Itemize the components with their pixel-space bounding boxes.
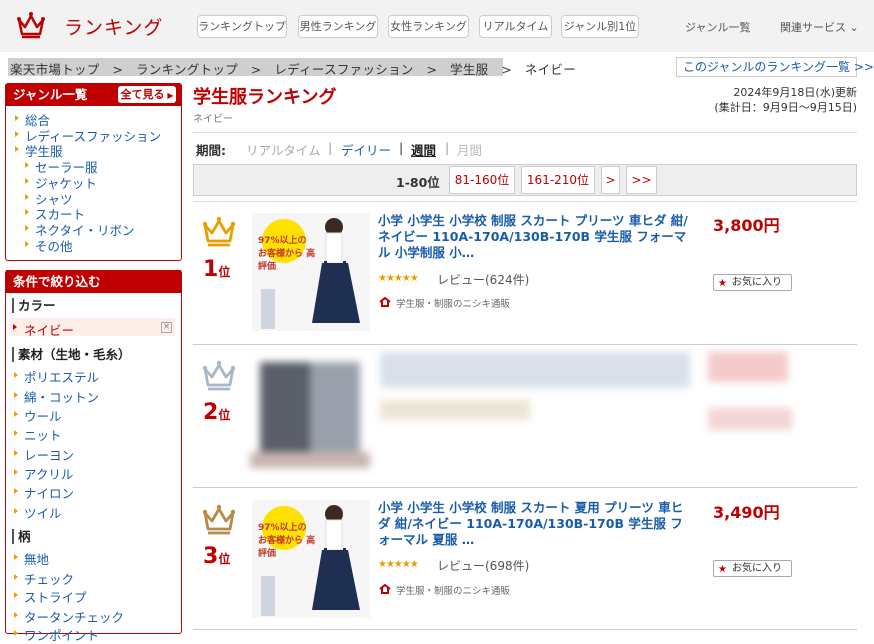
nav-realtime-button[interactable]: リアルタイム bbox=[479, 15, 552, 38]
material-item[interactable]: レーヨン bbox=[13, 445, 74, 464]
view-all-button[interactable]: 全て見る ▶ bbox=[118, 86, 176, 103]
update-info: 2024年9月18日(水)更新 (集計日：9月9日～9月15日) bbox=[714, 85, 857, 115]
material-item[interactable]: アクリル bbox=[13, 464, 73, 483]
selected-marker-icon bbox=[13, 324, 17, 330]
pager-last-button[interactable]: >> bbox=[626, 166, 657, 194]
bronze-crown-icon bbox=[202, 504, 236, 535]
material-item[interactable]: ツイル bbox=[14, 503, 62, 522]
breadcrumb[interactable]: 楽天市場トップ > ランキングトップ > レディースファッション > 学生服 >… bbox=[10, 59, 576, 78]
pattern-item[interactable]: 無地 bbox=[13, 549, 49, 568]
period-separator: | bbox=[445, 140, 450, 155]
subgenre-item[interactable]: その他 bbox=[25, 236, 73, 255]
material-item[interactable]: ウール bbox=[14, 406, 62, 425]
rating-stars-icon: ★★★★★ bbox=[378, 559, 419, 570]
material-item[interactable]: 綿・コットン bbox=[13, 387, 99, 406]
divider bbox=[193, 201, 857, 202]
divider bbox=[193, 344, 857, 345]
crown-logo-icon[interactable] bbox=[16, 10, 46, 40]
arrow-right-icon: ▶ bbox=[164, 91, 174, 100]
period-separator: | bbox=[328, 140, 333, 155]
material-item[interactable]: ナイロン bbox=[13, 483, 74, 502]
period-realtime[interactable]: リアルタイム bbox=[246, 140, 321, 159]
divider bbox=[193, 487, 857, 488]
nav-female-ranking-button[interactable]: 女性ランキング bbox=[388, 15, 469, 38]
product-name-link[interactable]: 小学 小学生 小学校 制服 スカート 夏用 プリーツ 車ヒダ 紺/ネイビー 11… bbox=[378, 500, 690, 548]
product-price: 3,490円 bbox=[713, 503, 780, 522]
thumbnail-caption: 97%以上の お客様から 高評価 bbox=[258, 236, 316, 272]
blurred-product-image bbox=[250, 352, 378, 470]
shop-name-link[interactable]: 学生服・制服のニシキ通販 bbox=[396, 296, 510, 310]
page-subtitle: ネイビー bbox=[193, 114, 233, 125]
updated-date: 2024年9月18日(水)更新 bbox=[733, 86, 857, 99]
nav-ranking-top-button[interactable]: ランキングトップ bbox=[197, 15, 287, 38]
period-weekly[interactable]: 週間 bbox=[411, 140, 436, 159]
nav-male-ranking-button[interactable]: 男性ランキング bbox=[298, 15, 378, 38]
product-name-link[interactable]: 小学 小学生 小学校 制服 スカート プリーツ 車ヒダ 紺/ネイビー 110A-… bbox=[378, 213, 690, 261]
rank-number: 1位 bbox=[203, 257, 231, 282]
favorite-button[interactable]: お気に入り bbox=[713, 560, 792, 577]
blurred-product-name bbox=[380, 352, 690, 388]
pattern-item[interactable]: ワンポイント bbox=[13, 625, 99, 644]
divider bbox=[193, 629, 857, 630]
product-thumbnail[interactable]: 97%以上の お客様から 高評価 bbox=[252, 213, 370, 331]
pattern-section-title: 柄 bbox=[12, 529, 31, 544]
page-title: 学生服ランキング bbox=[193, 87, 337, 108]
period-monthly[interactable]: 月間 bbox=[457, 140, 482, 159]
site-title[interactable]: ランキング bbox=[64, 13, 163, 40]
genre-box-header: ジャンル一覧 全て見る ▶ bbox=[6, 84, 181, 106]
nav-genre-first-button[interactable]: ジャンル別1位 bbox=[561, 15, 639, 38]
shop-icon bbox=[379, 584, 391, 594]
material-item[interactable]: ニット bbox=[14, 425, 62, 444]
pager-next-button[interactable]: > bbox=[601, 166, 620, 194]
material-item[interactable]: ポリエステル bbox=[13, 367, 99, 386]
silver-crown-icon bbox=[202, 360, 236, 391]
pattern-item[interactable]: チェック bbox=[13, 569, 74, 588]
favorite-button[interactable]: お気に入り bbox=[713, 274, 792, 291]
period-separator: | bbox=[399, 140, 404, 155]
clear-filter-icon[interactable]: × bbox=[161, 322, 172, 333]
chevron-down-icon: ⌄ bbox=[849, 21, 859, 34]
rating-stars-icon: ★★★★★ bbox=[378, 273, 419, 284]
rank-number: 3位 bbox=[203, 544, 231, 569]
divider bbox=[193, 132, 857, 133]
product-price: 3,800円 bbox=[713, 216, 780, 235]
related-services-link[interactable]: 関連サービス ⌄ bbox=[780, 19, 859, 35]
genre-list-link[interactable]: ジャンル一覧 bbox=[685, 19, 750, 35]
shop-name-link[interactable]: 学生服・制服のニシキ通販 bbox=[396, 583, 510, 597]
pager-current: 1-80位 bbox=[396, 175, 440, 190]
rank-number: 2位 bbox=[203, 400, 231, 425]
material-section-title: 素材（生地・毛糸） bbox=[12, 347, 131, 362]
pager-81-160-button[interactable]: 81-160位 bbox=[449, 166, 515, 194]
pattern-item[interactable]: ストライプ bbox=[14, 587, 87, 606]
shop-icon bbox=[379, 297, 391, 307]
pager-161-210-button[interactable]: 161-210位 bbox=[521, 166, 595, 194]
blurred-favorite bbox=[708, 408, 792, 430]
selected-color-label[interactable]: ネイビー bbox=[24, 320, 74, 339]
period-daily[interactable]: デイリー bbox=[341, 140, 391, 159]
genre-ranking-list-link[interactable]: このジャンルのランキング一覧 >> bbox=[676, 57, 874, 77]
thumbnail-caption: 97%以上の お客様から 高評価 bbox=[258, 523, 316, 559]
product-thumbnail[interactable]: 97%以上の お客様から 高評価 bbox=[252, 500, 370, 618]
review-link[interactable]: レビュー(698件) bbox=[437, 557, 529, 574]
color-section-title: カラー bbox=[12, 298, 56, 313]
genre-box-title: ジャンル一覧 bbox=[13, 87, 88, 102]
gold-crown-icon bbox=[202, 216, 236, 247]
period-range: (集計日：9月9日～9月15日) bbox=[714, 101, 857, 114]
blurred-price bbox=[708, 352, 788, 382]
pattern-item[interactable]: タータンチェック bbox=[13, 607, 124, 626]
review-link[interactable]: レビュー(624件) bbox=[437, 271, 529, 288]
blurred-review bbox=[380, 400, 530, 420]
period-label: 期間: bbox=[196, 143, 226, 158]
filter-box-header: 条件で絞り込む bbox=[6, 270, 181, 293]
